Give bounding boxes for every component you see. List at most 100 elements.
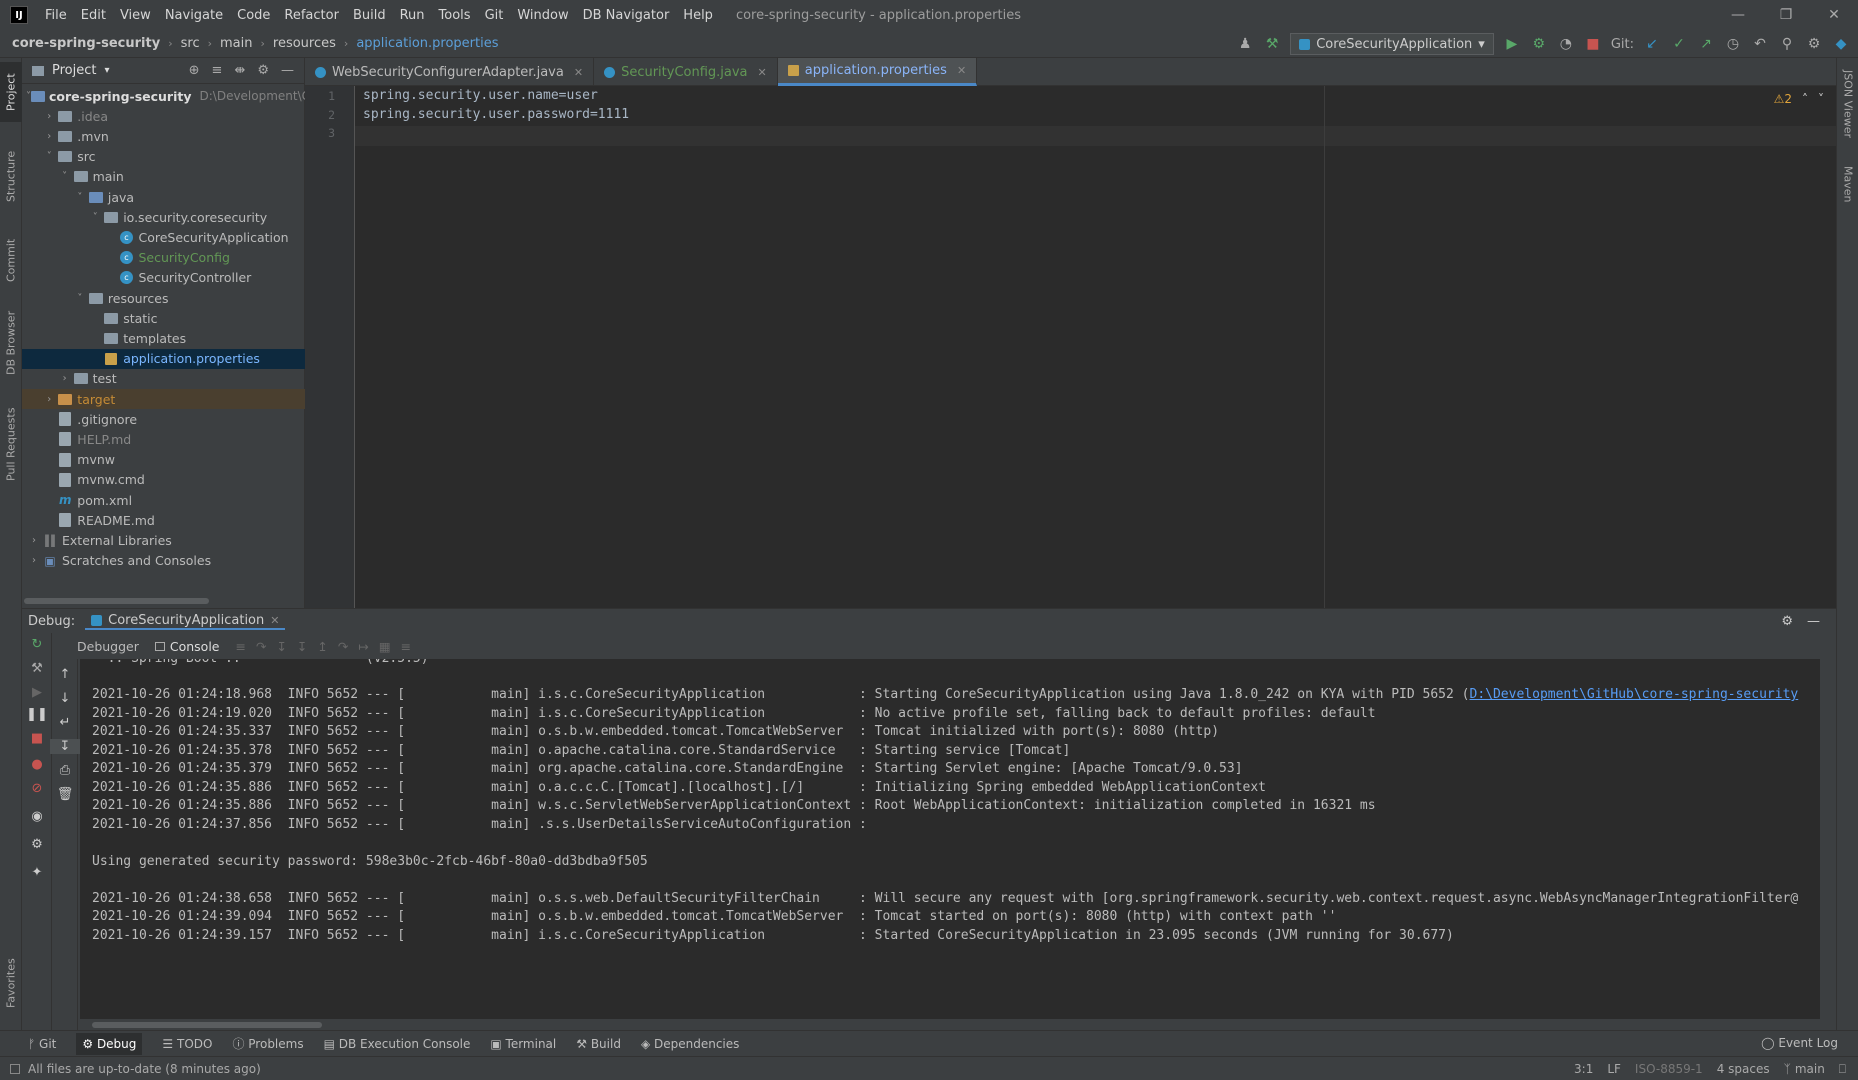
pause-icon[interactable]: ❚❚ (22, 707, 52, 722)
arrow-up-icon[interactable]: ↑ (50, 667, 80, 682)
maximize-icon[interactable]: ❐ (1762, 0, 1810, 30)
tree-item-application-properties[interactable]: application.properties (22, 348, 305, 369)
project-view-select[interactable]: Project (52, 63, 96, 78)
chevron-right-icon[interactable]: › (26, 555, 42, 566)
breadcrumb-item[interactable]: main (220, 36, 252, 51)
menu-build[interactable]: Build (346, 8, 393, 23)
menu-run[interactable]: Run (393, 8, 432, 23)
tree-item-readme-md[interactable]: README.md (22, 510, 305, 530)
line-separator[interactable]: LF (1607, 1062, 1621, 1076)
gear-icon[interactable]: ⚙ (1781, 614, 1793, 629)
menu-tools[interactable]: Tools (432, 8, 478, 23)
lock-icon[interactable]: ⎕ (1839, 1062, 1846, 1077)
build-hammer-icon[interactable]: ⚒ (1263, 36, 1281, 52)
stripe-tab-favorites[interactable]: Favorites (0, 948, 22, 1018)
collapse-all-icon[interactable]: ⇼ (234, 63, 245, 78)
stripe-tab-pull-requests[interactable]: Pull Requests (0, 394, 22, 494)
print-icon[interactable]: ⎙ (50, 763, 80, 778)
locate-icon[interactable]: ⊕ (189, 63, 200, 78)
stripe-tab-project[interactable]: Project (0, 62, 22, 122)
breadcrumb-item[interactable]: core-spring-security (12, 36, 160, 51)
tab-debugger[interactable]: Debugger (77, 639, 139, 654)
menu-git[interactable]: Git (478, 8, 511, 23)
tool-tab-git[interactable]: ᚠ Git (28, 1037, 56, 1051)
pin-icon[interactable]: ✦ (22, 865, 52, 880)
gear-icon[interactable]: ⚙ (22, 837, 52, 852)
scroll-to-end-icon[interactable]: ↧ (50, 739, 80, 754)
git-push-icon[interactable]: ↗ (1697, 36, 1715, 52)
tree-item-main[interactable]: ˅ main (22, 167, 305, 187)
tree-item-src[interactable]: ˅ src (22, 147, 305, 167)
search-icon[interactable]: ⚲ (1778, 36, 1796, 52)
stripe-tab-structure[interactable]: Structure (0, 134, 22, 218)
tool-tab-dependencies[interactable]: ◈ Dependencies (641, 1037, 739, 1051)
debug-icon[interactable]: ⚙ (1530, 36, 1548, 52)
view-breakpoints-icon[interactable]: ● (22, 757, 52, 772)
tree-item-templates[interactable]: templates (22, 328, 305, 348)
tab-websecurityconfigureradapter-java[interactable]: WebSecurityConfigurerAdapter.java ✕ (305, 58, 595, 86)
gear-icon[interactable]: ⚙ (257, 63, 269, 78)
chevron-right-icon[interactable]: › (41, 111, 57, 122)
close-icon[interactable]: ✕ (758, 66, 767, 79)
stripe-tab-maven[interactable]: Maven (1837, 154, 1858, 214)
hide-icon[interactable]: — (1807, 614, 1820, 629)
status-message[interactable]: All files are up-to-date (8 minutes ago) (28, 1062, 261, 1076)
menu-help[interactable]: Help (676, 8, 720, 23)
close-icon[interactable]: ✕ (957, 64, 966, 77)
chevron-right-icon[interactable]: › (26, 535, 42, 546)
rerun-icon[interactable]: ↻ (22, 637, 52, 652)
chevron-down-icon[interactable]: ˅ (87, 212, 103, 223)
tree-item-idea[interactable]: › .idea (22, 106, 305, 126)
caret-position[interactable]: 3:1 (1574, 1062, 1593, 1076)
stop-icon[interactable]: ■ (1584, 36, 1602, 52)
tab-application-properties[interactable]: application.properties ✕ (777, 58, 978, 86)
menu-navigate[interactable]: Navigate (158, 8, 230, 23)
menu-refactor[interactable]: Refactor (277, 8, 346, 23)
tree-item-scratches-and-consoles[interactable]: › ▣ Scratches and Consoles (22, 551, 305, 571)
run-icon[interactable]: ▶ (1503, 36, 1521, 52)
code-line[interactable]: spring.security.user.password=1111 (363, 107, 629, 122)
tree-item-mvnw[interactable]: mvnw (22, 450, 305, 470)
code-editor[interactable]: 1 2 3 spring.security.user.name=user spring… (305, 86, 1836, 608)
user-icon[interactable]: ♟ (1236, 36, 1254, 52)
tree-item-securitycontroller[interactable]: c SecurityController (22, 268, 305, 288)
hide-icon[interactable]: — (281, 63, 294, 78)
breadcrumb-item[interactable]: application.properties (356, 36, 498, 51)
tab-securityconfig-java[interactable]: SecurityConfig.java ✕ (594, 58, 778, 86)
tree-item-help-md[interactable]: HELP.md (22, 429, 305, 449)
tree-item-mvn[interactable]: › .mvn (22, 126, 305, 146)
camera-icon[interactable]: ◉ (22, 809, 52, 824)
chevron-right-icon[interactable]: › (57, 373, 73, 384)
menu-edit[interactable]: Edit (74, 8, 113, 23)
tool-tab-build[interactable]: ⚒ Build (576, 1037, 621, 1051)
breadcrumb-item[interactable]: src (181, 36, 200, 51)
clear-icon[interactable]: 🗑 (50, 787, 80, 802)
stop-icon[interactable]: ■ (22, 731, 52, 746)
tree-item-external-libraries[interactable]: › ‖‖ External Libraries (22, 530, 305, 550)
menu-view[interactable]: View (113, 8, 158, 23)
tool-tab-problems[interactable]: ⓘ Problems (232, 1035, 303, 1052)
tree-item-resources[interactable]: ˅ resources (22, 288, 305, 308)
git-update-icon[interactable]: ↙ (1643, 36, 1661, 52)
chevron-right-icon[interactable]: › (41, 394, 57, 405)
chevron-right-icon[interactable]: › (41, 131, 57, 142)
run-configuration-select[interactable]: CoreSecurityApplication ▾ (1290, 33, 1494, 55)
inspection-warning-badge[interactable]: ⚠2 (1774, 92, 1792, 106)
debug-session-tab[interactable]: CoreSecurityApplication ✕ (85, 613, 286, 630)
file-encoding[interactable]: ISO-8859-1 (1635, 1062, 1703, 1076)
tree-item-gitignore[interactable]: .gitignore (22, 409, 305, 429)
indent-setting[interactable]: 4 spaces (1717, 1062, 1770, 1076)
tree-item-test[interactable]: › test (22, 369, 305, 389)
chevron-down-icon[interactable]: ˅ (72, 192, 88, 203)
git-rollback-icon[interactable]: ↶ (1751, 36, 1769, 52)
chevron-up-icon[interactable]: ˄ (1802, 92, 1808, 106)
tree-item-io-security-coresecurity[interactable]: ˅ io.security.coresecurity (22, 207, 305, 227)
close-icon[interactable]: ✕ (270, 614, 279, 627)
menu-window[interactable]: Window (510, 8, 575, 23)
breadcrumb-item[interactable]: resources (273, 36, 336, 51)
gear-icon[interactable]: ⚙ (1805, 36, 1823, 52)
tab-console[interactable]: Console (154, 639, 220, 654)
minimize-icon[interactable]: — (1714, 0, 1762, 30)
stripe-tab-json-viewer[interactable]: JSON Viewer (1837, 64, 1858, 144)
horizontal-scrollbar[interactable] (24, 598, 209, 604)
